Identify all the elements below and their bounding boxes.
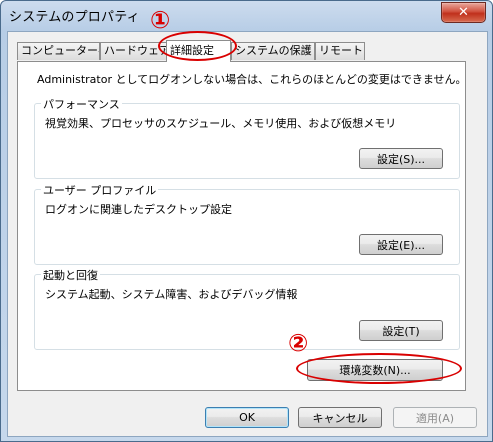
tab-system-protection[interactable]: システムの保護 <box>231 42 315 60</box>
performance-description: 視覚効果、プロセッサのスケジュール、メモリ使用、および仮想メモリ <box>45 117 397 130</box>
close-button[interactable]: ✕ <box>441 2 486 23</box>
tab-remote[interactable]: リモート <box>315 42 365 60</box>
user-profile-description: ログオンに関連したデスクトップ設定 <box>45 203 232 216</box>
window-title: システムのプロパティ <box>9 10 140 25</box>
startup-recovery-group: 起動と回復 システム起動、システム障害、およびデバッグ情報 設定(T) <box>34 267 460 350</box>
close-icon: ✕ <box>458 5 469 20</box>
title-bar[interactable]: システムのプロパティ ✕ <box>1 1 492 31</box>
cancel-button[interactable]: キャンセル <box>298 407 382 428</box>
annotation-step-1: ① <box>150 6 171 34</box>
ok-button[interactable]: OK <box>205 407 289 428</box>
user-profile-settings-button[interactable]: 設定(E)... <box>359 234 443 255</box>
performance-group-title: パフォーマンス <box>41 96 122 112</box>
tab-computer-name[interactable]: コンピューター名 <box>17 42 100 60</box>
admin-note: Administrator としてログオンしない場合は、これらのほとんどの変更は… <box>37 73 467 86</box>
performance-group: パフォーマンス 視覚効果、プロセッサのスケジュール、メモリ使用、および仮想メモリ… <box>34 96 460 179</box>
startup-recovery-settings-button[interactable]: 設定(T) <box>359 320 443 341</box>
user-profile-group-title: ユーザー プロファイル <box>41 182 159 198</box>
performance-settings-button[interactable]: 設定(S)... <box>359 148 443 169</box>
startup-recovery-group-title: 起動と回復 <box>41 267 100 283</box>
startup-recovery-description: システム起動、システム障害、およびデバッグ情報 <box>45 288 298 301</box>
advanced-tab-panel: Administrator としてログオンしない場合は、これらのほとんどの変更は… <box>17 61 467 391</box>
annotation-ellipse-advanced-tab <box>158 31 237 61</box>
user-profile-group: ユーザー プロファイル ログオンに関連したデスクトップ設定 設定(E)... <box>34 182 460 265</box>
apply-button[interactable]: 適用(A) <box>393 407 477 428</box>
annotation-step-2: ② <box>288 329 309 357</box>
annotation-ellipse-env-button <box>296 353 462 384</box>
